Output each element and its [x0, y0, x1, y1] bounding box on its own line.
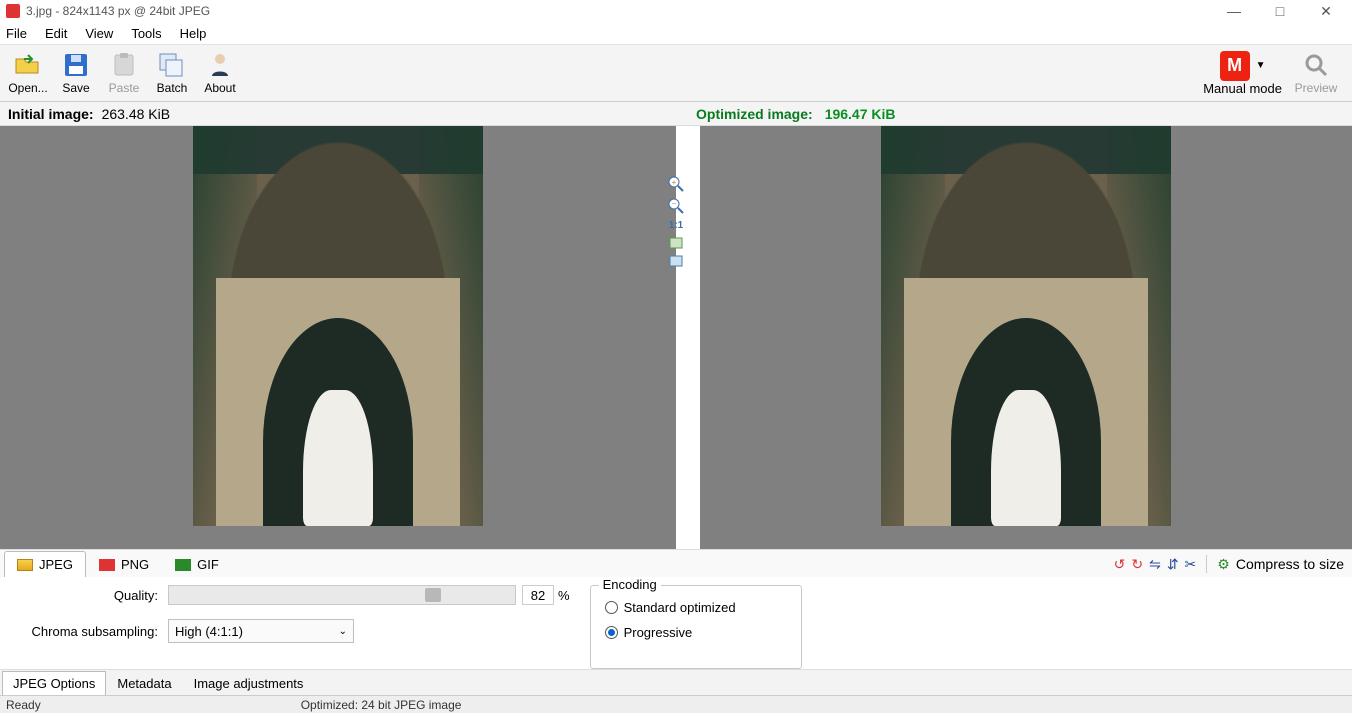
jpeg-options-panel: Quality: % Chroma subsampling: High (4:1…: [0, 577, 1352, 669]
chevron-down-icon: ▼: [1256, 60, 1266, 71]
optimized-image-label: Optimized image:: [696, 106, 813, 122]
tab-png[interactable]: PNG: [86, 551, 162, 577]
minimize-button[interactable]: —: [1220, 3, 1248, 20]
tab-png-label: PNG: [121, 557, 149, 572]
separator: [1206, 555, 1207, 573]
tab-jpeg-label: JPEG: [39, 557, 73, 572]
toolbar: Open... Save Paste Batch About M ▼ Manua…: [0, 44, 1352, 102]
batch-icon: [158, 51, 186, 79]
encoding-legend: Encoding: [599, 577, 661, 592]
radio-checked-icon: [605, 626, 618, 639]
encoding-group: Encoding Standard optimized Progressive: [590, 585, 802, 669]
chroma-value: High (4:1:1): [175, 624, 243, 639]
chroma-label: Chroma subsampling:: [8, 624, 158, 639]
optimized-image-size: 196.47 KiB: [825, 106, 896, 122]
save-label: Save: [62, 81, 89, 95]
menu-file[interactable]: File: [6, 26, 27, 41]
flip-vertical-icon[interactable]: ⇵: [1167, 556, 1179, 573]
status-ready: Ready: [6, 698, 41, 712]
menu-tools[interactable]: Tools: [131, 26, 161, 41]
maximize-button[interactable]: □: [1266, 3, 1294, 20]
menubar: File Edit View Tools Help: [0, 22, 1352, 44]
preview-label: Preview: [1295, 81, 1338, 95]
open-button[interactable]: Open...: [4, 46, 52, 100]
tab-gif-label: GIF: [197, 557, 219, 572]
paste-button: Paste: [100, 46, 148, 100]
encoding-standard-label: Standard optimized: [624, 600, 736, 615]
mode-selector[interactable]: M ▼ Manual mode: [1203, 51, 1282, 96]
zoom-toolbar: + − 1:1: [665, 176, 687, 267]
gif-icon: [175, 559, 191, 571]
titlebar: 3.jpg - 824x1143 px @ 24bit JPEG — □ ✕: [0, 0, 1352, 22]
zoom-in-icon[interactable]: +: [668, 176, 684, 192]
optimized-image: [881, 126, 1171, 526]
svg-text:+: +: [672, 178, 677, 187]
close-button[interactable]: ✕: [1312, 3, 1340, 20]
zoom-1to1-button[interactable]: 1:1: [669, 220, 683, 231]
batch-button[interactable]: Batch: [148, 46, 196, 100]
paste-icon: [110, 51, 138, 79]
quality-label: Quality:: [8, 588, 158, 603]
image-tools-row: ↺ ↻ ⇋ ⇵ ✂ ⚙ Compress to size: [1114, 550, 1344, 578]
menu-view[interactable]: View: [85, 26, 113, 41]
encoding-progressive-option[interactable]: Progressive: [605, 625, 787, 640]
about-icon: [206, 51, 234, 79]
tab-metadata[interactable]: Metadata: [106, 671, 182, 695]
bottom-tabs: JPEG Options Metadata Image adjustments: [0, 669, 1352, 695]
magnifier-icon: [1302, 51, 1330, 79]
zoom-out-icon[interactable]: −: [668, 198, 684, 214]
rotate-cw-icon[interactable]: ↻: [1131, 556, 1143, 573]
quality-slider[interactable]: [168, 585, 516, 605]
menu-help[interactable]: Help: [180, 26, 207, 41]
paste-label: Paste: [109, 81, 140, 95]
svg-text:−: −: [672, 199, 677, 208]
statusbar: Ready Optimized: 24 bit JPEG image: [0, 695, 1352, 713]
png-icon: [99, 559, 115, 571]
window-title: 3.jpg - 824x1143 px @ 24bit JPEG: [26, 4, 1220, 18]
jpeg-icon: [17, 559, 33, 571]
tab-jpeg-options[interactable]: JPEG Options: [2, 671, 106, 695]
mode-badge-icon: M: [1220, 51, 1250, 81]
quality-value-input[interactable]: [522, 585, 554, 605]
size-info-row: Initial image: 263.48 KiB Optimized imag…: [0, 102, 1352, 126]
fit-screen-icon[interactable]: [669, 255, 683, 267]
app-icon: [6, 4, 20, 18]
image-viewer: + − 1:1: [0, 126, 1352, 549]
tab-gif[interactable]: GIF: [162, 551, 232, 577]
about-button[interactable]: About: [196, 46, 244, 100]
save-button[interactable]: Save: [52, 46, 100, 100]
chroma-select[interactable]: High (4:1:1) ⌄: [168, 619, 354, 643]
tab-image-adjustments[interactable]: Image adjustments: [183, 671, 315, 695]
about-label: About: [204, 81, 235, 95]
tab-jpeg[interactable]: JPEG: [4, 551, 86, 577]
preview-button: Preview: [1292, 46, 1340, 100]
initial-image-size: 263.48 KiB: [102, 106, 171, 122]
initial-image-pane[interactable]: [0, 126, 676, 549]
crop-icon[interactable]: ✂: [1185, 556, 1197, 573]
initial-image: [193, 126, 483, 526]
compress-to-size-button[interactable]: Compress to size: [1236, 556, 1344, 572]
encoding-standard-option[interactable]: Standard optimized: [605, 600, 787, 615]
flip-horizontal-icon[interactable]: ⇋: [1149, 556, 1161, 573]
batch-label: Batch: [157, 81, 188, 95]
status-optimized: Optimized: 24 bit JPEG image: [301, 698, 462, 712]
rotate-ccw-icon[interactable]: ↺: [1114, 556, 1126, 573]
compress-gear-icon[interactable]: ⚙: [1217, 556, 1230, 573]
fit-window-icon[interactable]: [669, 237, 683, 249]
folder-open-icon: [14, 51, 42, 79]
menu-edit[interactable]: Edit: [45, 26, 67, 41]
radio-unchecked-icon: [605, 601, 618, 614]
quality-percent-label: %: [558, 588, 570, 603]
initial-image-label: Initial image:: [8, 106, 94, 122]
encoding-progressive-label: Progressive: [624, 625, 693, 640]
chevron-down-icon: ⌄: [339, 626, 347, 637]
format-tabs-row: JPEG PNG GIF ↺ ↻ ⇋ ⇵ ✂ ⚙ Compress to siz…: [0, 549, 1352, 577]
save-icon: [62, 51, 90, 79]
open-label: Open...: [8, 81, 47, 95]
optimized-image-pane[interactable]: [676, 126, 1352, 549]
mode-label: Manual mode: [1203, 81, 1282, 96]
